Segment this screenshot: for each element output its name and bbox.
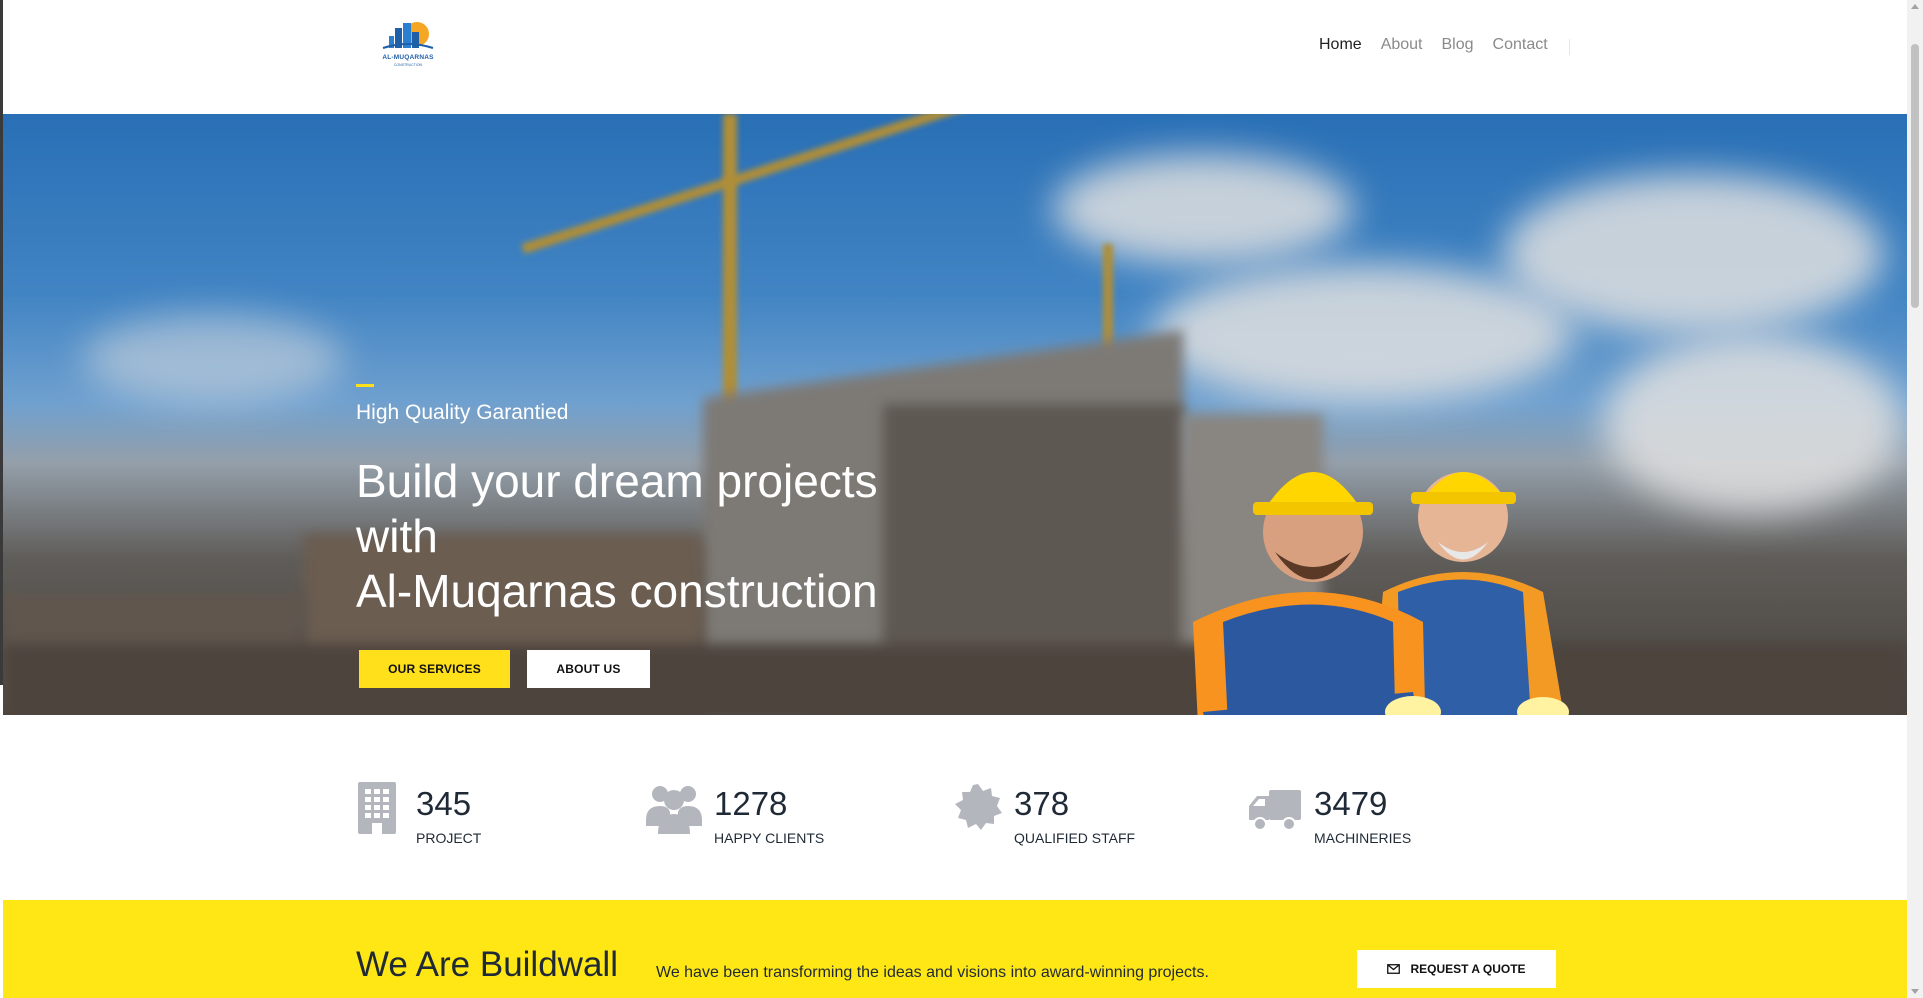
nav-blog[interactable]: Blog bbox=[1442, 36, 1474, 54]
logo-name: AL-MUQARNAS bbox=[382, 54, 434, 61]
workers-image bbox=[1193, 472, 1569, 715]
hero-subtitle: High Quality Garantied bbox=[356, 401, 569, 424]
band-title: We Are Buildwall bbox=[356, 945, 618, 984]
hero-title-line: Al-Muqarnas construction bbox=[356, 565, 878, 617]
request-quote-button[interactable]: REQUEST A QUOTE bbox=[1357, 950, 1556, 988]
cta-band: We Are Buildwall We have been transformi… bbox=[3, 900, 1907, 998]
request-quote-label: REQUEST A QUOTE bbox=[1410, 962, 1526, 976]
stat-value: 1278 bbox=[714, 785, 788, 822]
truck-icon bbox=[1249, 790, 1301, 831]
logo-sub: CONSTRUCTION bbox=[393, 63, 423, 67]
stat-label: QUALIFIED STAFF bbox=[1014, 830, 1136, 846]
building-icon bbox=[358, 782, 396, 834]
hero-title-line: with bbox=[356, 510, 438, 562]
scroll-up-icon[interactable] bbox=[1911, 4, 1919, 9]
page-scrollbar[interactable] bbox=[1907, 0, 1923, 998]
nav-contact[interactable]: Contact bbox=[1493, 36, 1548, 54]
nav-about[interactable]: About bbox=[1381, 36, 1423, 54]
badge-icon bbox=[955, 784, 1002, 830]
about-us-button[interactable]: ABOUT US bbox=[527, 650, 650, 688]
envelope-icon bbox=[1387, 964, 1401, 974]
main-nav: Home About Blog Contact bbox=[1319, 36, 1548, 54]
logo-building-icon bbox=[382, 22, 434, 49]
users-icon bbox=[646, 786, 702, 834]
our-services-button[interactable]: OUR SERVICES bbox=[359, 650, 510, 688]
hero-section: High Quality Garantied Build your dream … bbox=[3, 114, 1907, 715]
stat-value: 378 bbox=[1014, 785, 1070, 822]
hero-accent-bar bbox=[356, 384, 374, 387]
hero-title: Build your dream projects with Al-Muqarn… bbox=[356, 454, 956, 619]
hero-title-line: Build your dream projects bbox=[356, 455, 878, 507]
nav-divider bbox=[1569, 39, 1570, 55]
stat-value: 3479 bbox=[1314, 785, 1388, 822]
stat-value: 345 bbox=[416, 785, 472, 822]
band-text: We have been transforming the ideas and … bbox=[656, 964, 1209, 981]
nav-home[interactable]: Home bbox=[1319, 36, 1362, 54]
stat-label: HAPPY CLIENTS bbox=[714, 830, 825, 846]
site-header: AL-MUQARNAS CONSTRUCTION Home About Blog… bbox=[3, 0, 1907, 114]
site-logo[interactable]: AL-MUQARNAS CONSTRUCTION bbox=[377, 18, 439, 70]
stat-label: PROJECT bbox=[416, 830, 482, 846]
scrollbar-thumb[interactable] bbox=[1911, 44, 1919, 308]
scroll-down-icon[interactable] bbox=[1911, 989, 1919, 994]
stat-label: MACHINERIES bbox=[1314, 830, 1412, 846]
